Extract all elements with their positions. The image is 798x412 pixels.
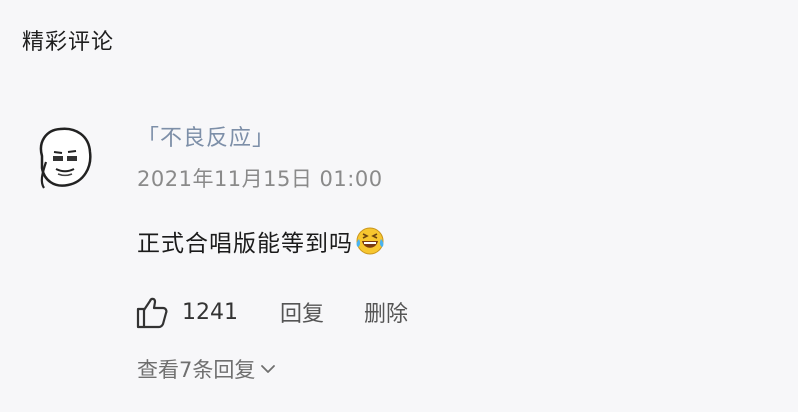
meme-face-avatar bbox=[39, 127, 92, 189]
comment-item: 「不良反应」 2021年11月15日 01:00 正式合唱版能等到吗 1241 … bbox=[0, 0, 798, 412]
like-button[interactable]: 1241 bbox=[134, 294, 238, 330]
username[interactable]: 「不良反应」 bbox=[137, 120, 275, 152]
avatar[interactable] bbox=[32, 122, 96, 192]
comment-timestamp: 2021年11月15日 01:00 bbox=[137, 167, 383, 191]
view-replies-label: 查看7条回复 bbox=[137, 358, 256, 382]
comment-body: 正式合唱版能等到吗 bbox=[137, 231, 353, 257]
comment-text: 正式合唱版能等到吗 bbox=[137, 224, 385, 258]
reply-button[interactable]: 回复 bbox=[280, 296, 324, 328]
chevron-down-icon bbox=[261, 365, 276, 373]
comment-actions: 1241 回复 删除 bbox=[134, 292, 408, 332]
delete-button[interactable]: 删除 bbox=[364, 296, 408, 328]
like-count: 1241 bbox=[182, 299, 238, 325]
laughing-crying-emoji-icon bbox=[356, 227, 384, 255]
view-replies-link[interactable]: 查看7条回复 bbox=[137, 354, 277, 384]
thumbs-up-icon bbox=[136, 297, 168, 329]
